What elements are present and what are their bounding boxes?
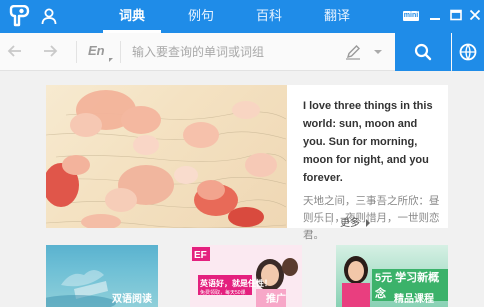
divider [76, 41, 77, 63]
language-corner-icon [109, 58, 113, 62]
promo-subline: 免费领取，每天50课 [200, 290, 246, 296]
tab-encyclopedia[interactable]: 百科 [240, 0, 298, 33]
search-bar: En [0, 33, 484, 71]
divider [120, 41, 121, 63]
more-label: 更多 [340, 218, 360, 229]
web-search-button[interactable] [452, 33, 484, 71]
minimize-icon[interactable] [428, 8, 442, 22]
back-arrow-icon[interactable] [6, 42, 24, 60]
rose-petals-image [46, 85, 287, 228]
divider [331, 213, 332, 225]
card-label: 双语阅读 [112, 294, 152, 305]
maximize-icon[interactable] [449, 8, 463, 22]
tab-translate[interactable]: 翻译 [308, 0, 366, 33]
card-label: 推广 [266, 294, 286, 305]
user-icon[interactable] [40, 7, 58, 25]
globe-icon [459, 43, 477, 61]
sentence-text: I love three things in this world: sun, … [303, 97, 441, 244]
more-link[interactable]: 更多 [340, 214, 371, 229]
tab-dictionary[interactable]: 词典 [103, 0, 161, 33]
forward-arrow-icon[interactable] [41, 42, 59, 60]
chevron-down-icon[interactable] [374, 50, 382, 54]
language-selector[interactable]: En [88, 43, 105, 58]
daily-sentence-card[interactable]: I love three things in this world: sun, … [46, 85, 448, 241]
app-logo-icon[interactable] [7, 5, 31, 27]
tab-examples[interactable]: 例句 [172, 0, 230, 33]
chinese-translation: 天地之间，三事吾之所欣：昼则乐日，夜则惜月，一世则恋君。 [303, 195, 440, 241]
card-label: 精品课程 [394, 294, 434, 305]
card-premium-course[interactable]: 5元 学习新概念 精品课程 [336, 245, 448, 307]
promo-headline: 英语好，就是任性！ [200, 279, 272, 288]
title-bar: 词典 例句 百科 翻译 mini [0, 0, 484, 33]
handwriting-icon[interactable] [345, 44, 361, 60]
caret-right-icon [365, 219, 370, 228]
svg-text:EF: EF [194, 250, 207, 261]
mini-mode-button[interactable]: mini [403, 11, 419, 21]
search-icon [414, 43, 432, 61]
english-sentence: I love three things in this world: sun, … [303, 100, 433, 184]
close-icon[interactable] [468, 8, 482, 22]
card-promotion[interactable]: EF 英语好，就是任性！ 免费领取，每天50课 推广 [190, 245, 302, 307]
card-bilingual-reading[interactable]: 双语阅读 [46, 245, 158, 307]
search-button[interactable] [395, 33, 451, 71]
search-input[interactable] [132, 41, 332, 63]
